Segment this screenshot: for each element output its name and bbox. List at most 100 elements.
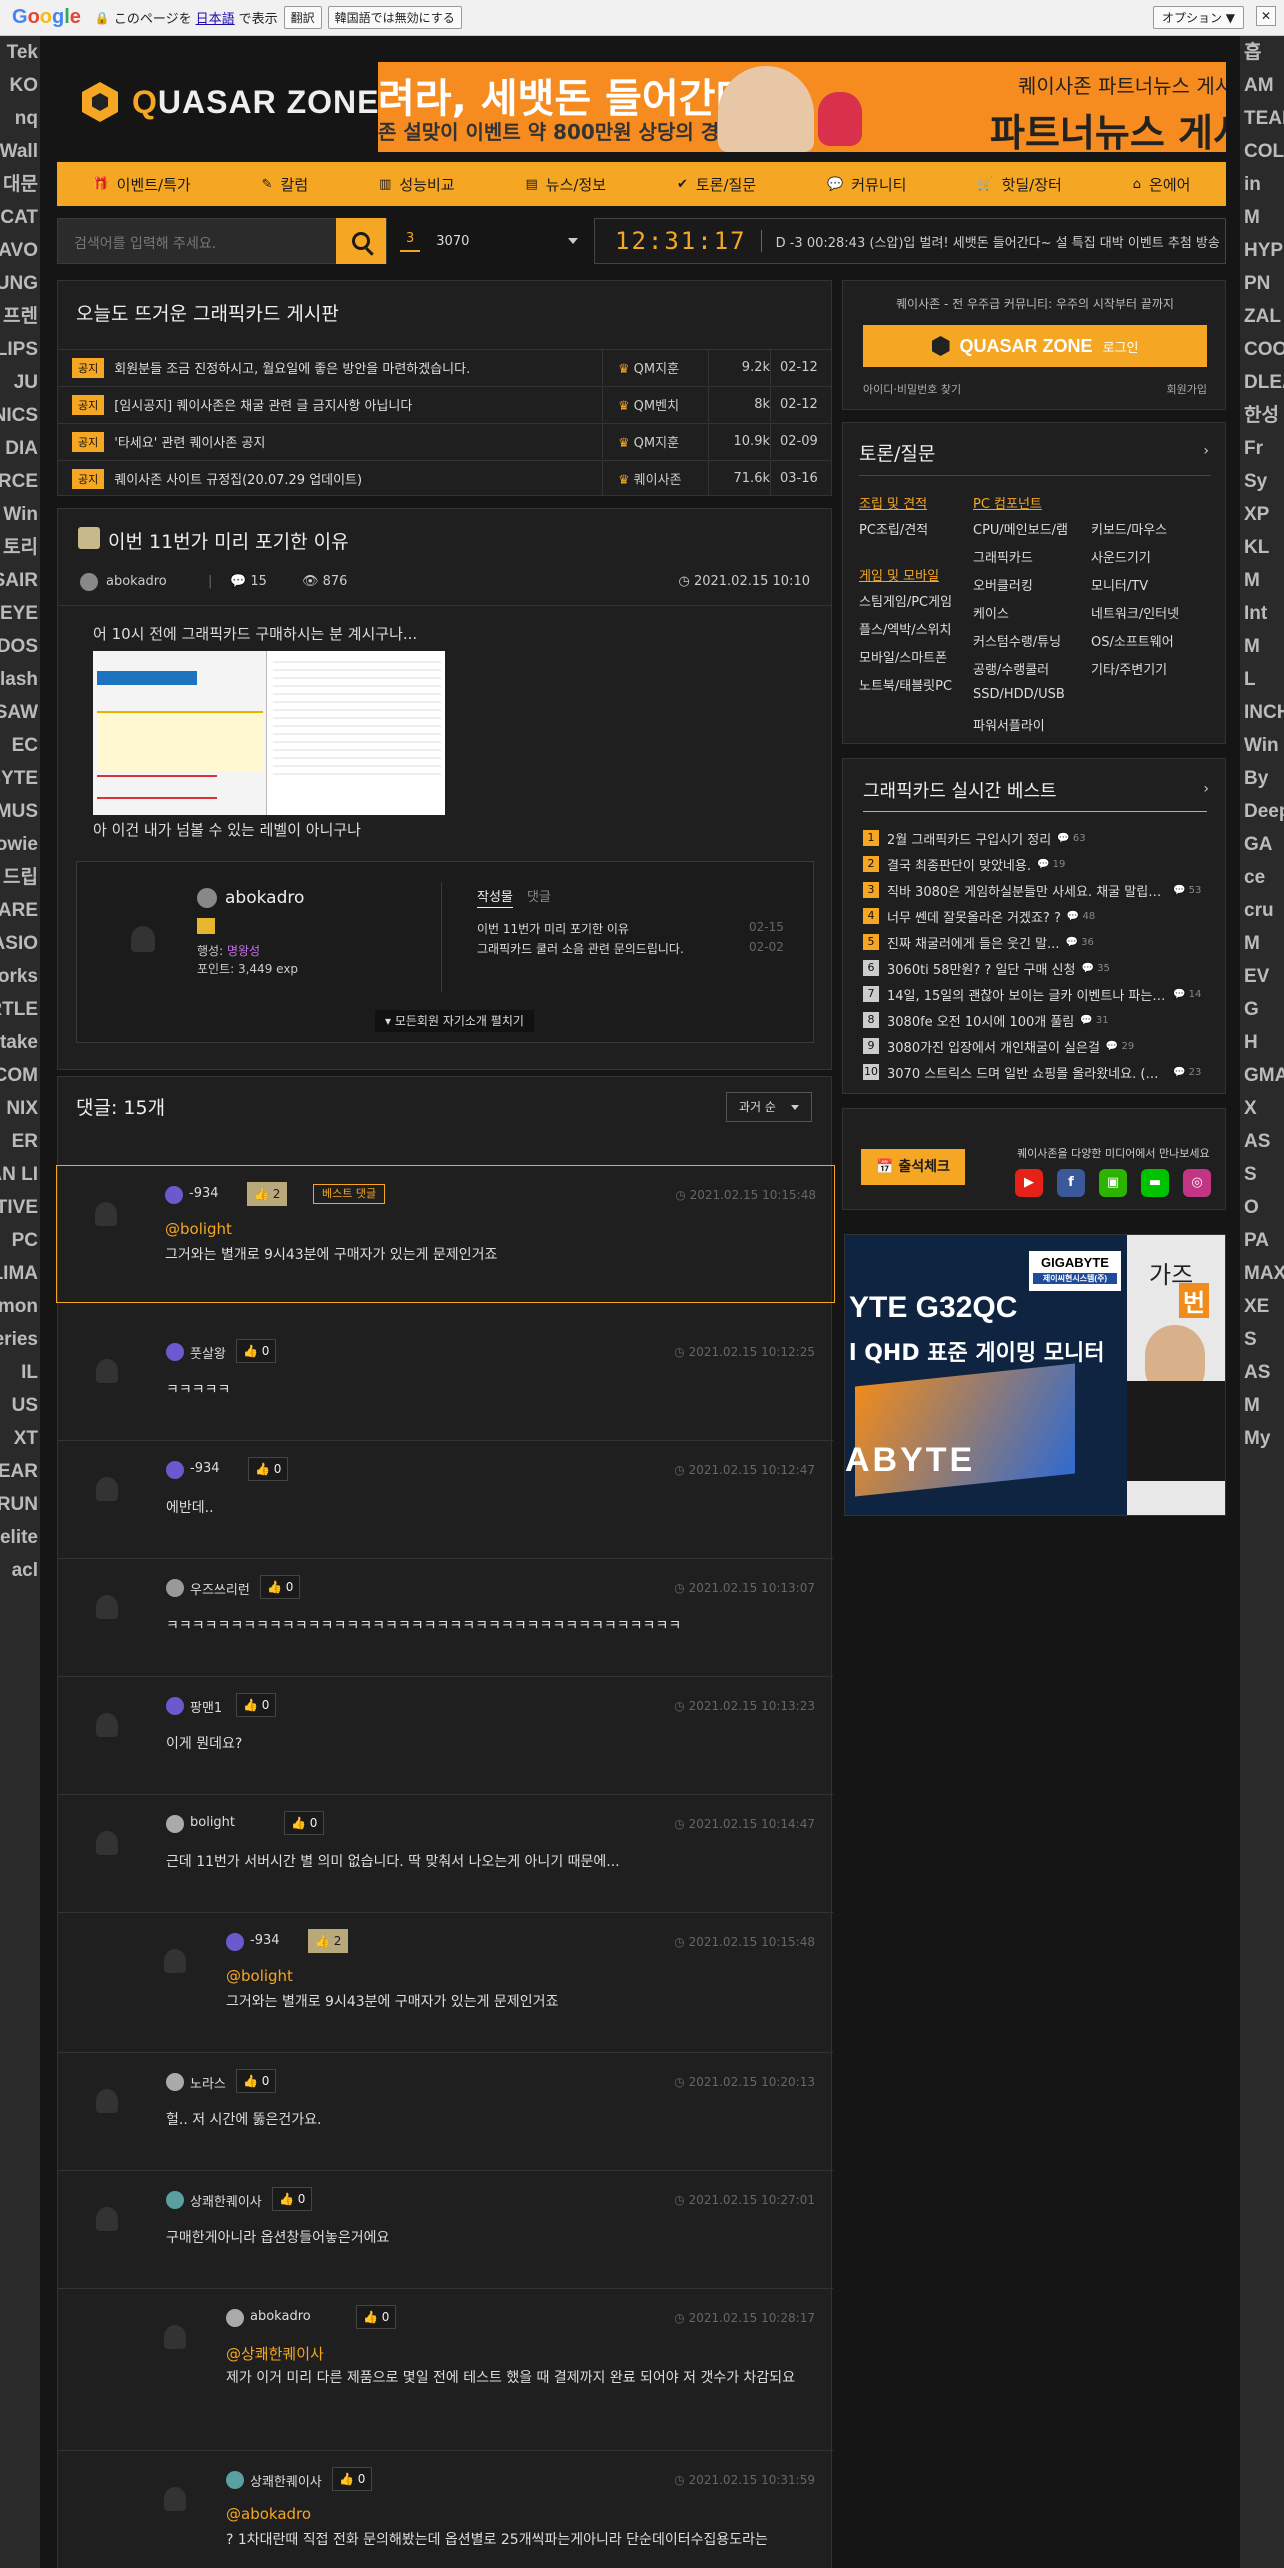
partner-logo[interactable]: acl [0,1554,38,1587]
comment-author[interactable]: -934 [190,1461,220,1476]
partner-logo[interactable]: KO [0,69,39,102]
comment-author[interactable]: 팡맨1 [190,1697,222,1716]
best-item[interactable]: 6 3060ti 58만원? ? 일단 구매 신청 💬 35 [863,957,1213,979]
like-button[interactable]: 👍 0 [284,1811,325,1835]
partner-logo[interactable]: M [1244,927,1284,960]
forum-link[interactable]: CPU/메인보드/램 [973,519,1068,538]
partner-logo[interactable]: COL [1244,135,1284,168]
comment-author[interactable]: 우즈쓰리런 [190,1579,250,1598]
partner-logo[interactable]: H [1244,1026,1284,1059]
partner-logo[interactable]: NIX [0,1092,38,1125]
like-button[interactable]: 👍 0 [248,1457,289,1481]
notice-title[interactable]: 회원분들 조금 진정하시고, 월요일에 좋은 방안을 마련하겠습니다. [114,358,564,377]
forum-link[interactable]: 그래픽카드 [973,547,1033,566]
partner-logo[interactable]: Sy [1244,465,1284,498]
partner-logo[interactable]: XE [1244,1290,1284,1323]
forum-link[interactable]: 케이스 [973,603,1009,622]
like-button[interactable]: 👍 2 [308,1929,349,1953]
close-icon[interactable]: ✕ [1256,6,1276,26]
notice-title[interactable]: 퀘이사존 사이트 규정집(20.07.29 업데이트) [114,469,564,488]
comment-author[interactable]: -934 [250,1933,280,1948]
best-item[interactable]: 10 3070 스트릭스 드며 일반 쇼핑몰 올라왔네요. (품절) 💬 23 [863,1061,1213,1083]
expand-intro-button[interactable]: ▾ 모든회원 자기소개 펼치기 [375,1010,534,1032]
nav-item[interactable]: ⌂ 온에어 [1133,174,1191,195]
partner-logo[interactable]: PN [1244,267,1284,300]
partner-logo[interactable]: Win [1244,729,1284,762]
forum-link[interactable]: 키보드/마우스 [1091,519,1167,538]
partner-logo[interactable]: 드립 [0,861,38,894]
forum-link[interactable]: 모바일/스마트폰 [859,647,947,666]
forum-link[interactable]: 노트북/태블릿PC [859,675,952,694]
nav-item[interactable]: ✔ 토론/질문 [677,174,756,195]
partner-logo[interactable]: TIVE [0,1191,38,1224]
notice-row[interactable]: 공지 [임시공지] 퀘이사존은 채굴 관련 글 금지사항 아닙니다 ♛ QM벤치 8k 0… [58,386,831,422]
forum-link[interactable]: 스팀게임/PC게임 [859,591,952,610]
notice-row[interactable]: 공지 회원분들 조금 진정하시고, 월요일에 좋은 방안을 마련하겠습니다. ♛ QM… [58,349,831,385]
like-button[interactable]: 👍 0 [260,1575,301,1599]
find-account-link[interactable]: 아이디·비밀번호 찾기 [863,381,961,397]
partner-logo[interactable]: By [1244,762,1284,795]
partner-logo[interactable]: owie [0,828,38,861]
partner-logo[interactable]: BYTE [0,762,38,795]
forum-link[interactable]: 네트워크/인터넷 [1091,603,1179,622]
search-button[interactable] [336,218,386,264]
chevron-right-icon[interactable]: › [1203,781,1209,797]
partner-logo[interactable]: 토리 [0,531,38,564]
partner-logo[interactable]: PA [1244,1224,1284,1257]
partner-logo[interactable]: series [0,1323,38,1356]
partner-logo[interactable]: AN LI [0,1158,38,1191]
like-button[interactable]: 👍 2 [247,1182,288,1206]
like-button[interactable]: 👍 0 [236,1339,277,1363]
partner-logo[interactable]: MAX [1244,1257,1284,1290]
naver-post-icon[interactable]: ▣ [1099,1169,1127,1197]
partner-logo[interactable]: KL [1244,531,1284,564]
partner-logo[interactable]: Fr [1244,432,1284,465]
partner-logo[interactable]: SAW [0,696,38,729]
partner-logo[interactable]: mon [0,1290,38,1323]
partner-logo[interactable]: CAT [0,201,38,234]
partner-logo[interactable]: Int [1244,597,1284,630]
partner-logo[interactable]: EYE [0,597,38,630]
best-item[interactable]: 3 직바 3080은 게임하실분들만 사세요. 채굴 말립니다. 💬 53 [863,879,1213,901]
partner-logo[interactable]: L [1244,663,1284,696]
category-build[interactable]: 조립 및 견적 [859,493,927,512]
partner-logo[interactable]: ULIMA [0,1257,38,1290]
youtube-icon[interactable]: ▶ [1015,1169,1043,1197]
partner-logo[interactable]: XT [0,1422,38,1455]
partner-logo[interactable]: ARE [0,894,38,927]
forum-link[interactable]: PC조립/견적 [859,519,928,538]
attendance-button[interactable]: 📅 출석체크 [861,1149,965,1185]
notice-author[interactable]: ♛ QM벤치 [618,395,679,414]
partner-logo[interactable]: SUNG [0,267,38,300]
join-link[interactable]: 회원가입 [1167,381,1207,397]
best-item[interactable]: 9 3080가진 입장에서 개인채굴이 실은걸 💬 29 [863,1035,1213,1057]
partner-logo[interactable]: COM [0,1059,38,1092]
partner-logo[interactable]: M [1244,1389,1284,1422]
partner-logo[interactable]: ER [0,1125,38,1158]
comment-author[interactable]: 노라스 [190,2073,226,2092]
nav-item[interactable]: 🛒 핫딜/장터 [977,174,1061,195]
best-item[interactable]: 5 진짜 채굴러에게 들은 웃긴 말... 💬 36 [863,931,1213,953]
forum-link[interactable]: 모니터/TV [1091,575,1148,594]
comment-author[interactable]: 풋살왕 [190,1343,226,1362]
comment-mention[interactable]: @상쾌한퀘이사 [226,2343,324,2364]
forum-link[interactable]: 커스텀수랭/튜닝 [973,631,1061,650]
comment-mention[interactable]: @bolight [165,1220,232,1238]
partner-logo[interactable]: Win [0,498,38,531]
notice-title[interactable]: '타세요' 관련 퀘이사존 공지 [114,432,564,451]
nav-item[interactable]: ▥ 성능비교 [379,174,455,195]
options-button[interactable]: オプション ▼ [1152,6,1244,29]
partner-logo[interactable]: cru [1244,894,1284,927]
best-item[interactable]: 7 14일, 15일의 괜찮아 보이는 글카 이벤트나 파는 곳... 💬 14 [863,983,1213,1005]
post-author[interactable]: abokadro [106,574,167,589]
partner-logo[interactable]: elite [0,1521,38,1554]
partner-logo[interactable]: DLEA [1244,366,1284,399]
partner-logo[interactable]: ASIO [0,927,38,960]
notice-row[interactable]: 공지 '타세요' 관련 퀘이사존 공지 ♛ QM지훈 10.9k 02-09 [58,423,831,459]
chevron-right-icon[interactable]: › [1203,443,1209,459]
comment-mention[interactable]: @abokadro [226,2505,311,2523]
partner-logo[interactable]: JU [0,366,38,399]
partner-logo[interactable]: My [1244,1422,1284,1455]
chevron-down-icon[interactable] [568,238,578,244]
translate-button[interactable]: 翻訳 [283,6,322,29]
